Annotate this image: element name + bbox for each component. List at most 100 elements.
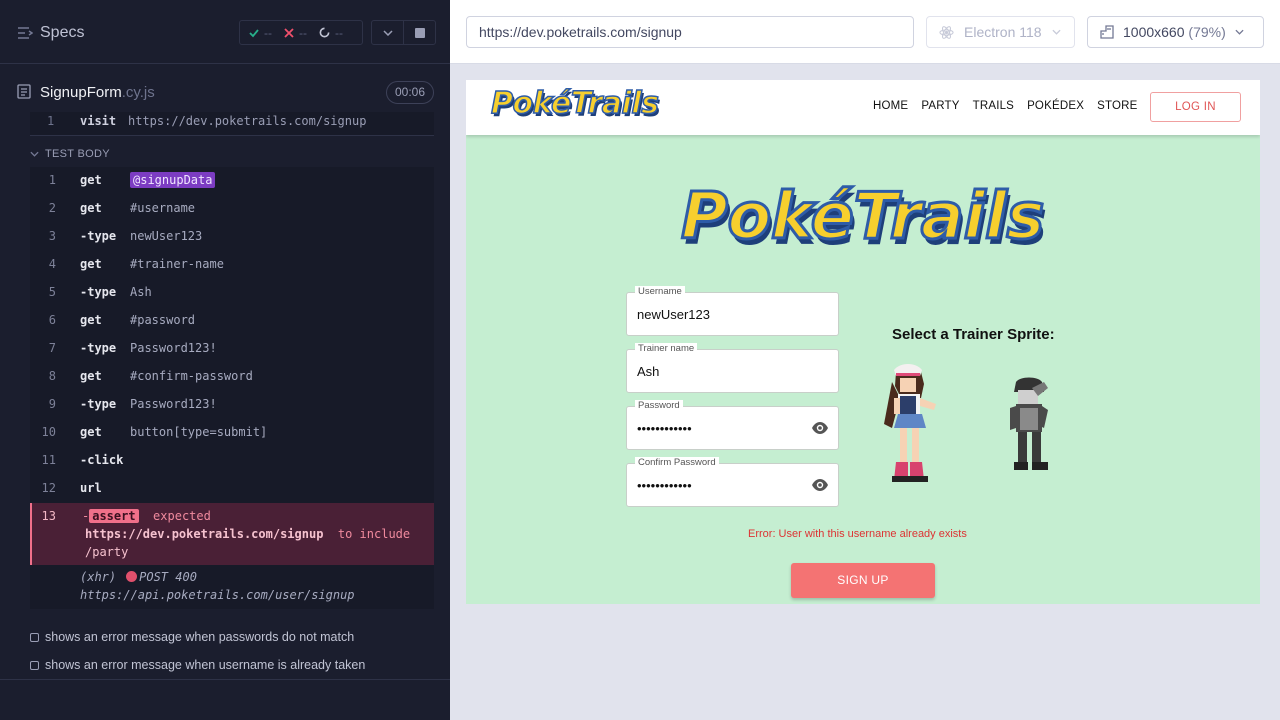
assert-url: https://dev.poketrails.com/signup: [85, 527, 324, 541]
browser-selector[interactable]: Electron 118: [926, 16, 1075, 48]
command-row[interactable]: 10 get button[type=submit]: [30, 419, 434, 447]
document-icon: [17, 84, 31, 99]
eye-icon[interactable]: [811, 478, 829, 492]
username-value: newUser123: [637, 307, 710, 322]
alias-badge: @signupData: [130, 172, 216, 188]
command-name: url: [80, 481, 102, 495]
stop-button[interactable]: [403, 20, 436, 45]
passed-stat: --: [249, 26, 272, 40]
url-bar[interactable]: https://dev.poketrails.com/signup: [466, 16, 914, 48]
assert-detail: https://dev.poketrails.com/signup to inc…: [85, 527, 410, 541]
command-row[interactable]: 12 url: [30, 475, 434, 503]
nav-links: HOME PARTY TRAILS POKÉDEX STORE: [873, 100, 1138, 112]
password-label: Password: [635, 400, 683, 412]
command-row[interactable]: 1 get @signupData: [30, 167, 434, 195]
command-name: -click: [80, 453, 124, 467]
command-row[interactable]: 9 -type Password123!: [30, 391, 434, 419]
test-body-label: TEST BODY: [45, 148, 110, 160]
specs-header: Specs -- -- --: [0, 0, 450, 64]
spec-file-basename: SignupForm: [40, 84, 122, 101]
trainer-sprite-male[interactable]: [1002, 376, 1058, 476]
eye-icon[interactable]: [811, 421, 829, 435]
command-arg-wrap: @signupData: [130, 172, 216, 188]
command-name: get: [80, 173, 102, 187]
command-arg: #password: [130, 313, 196, 327]
command-name: visit: [80, 114, 117, 128]
line-number: 13: [41, 509, 56, 523]
test-title: shows an error message when passwords do…: [45, 630, 355, 644]
line-number: 8: [48, 369, 56, 383]
command-name: -type: [80, 229, 117, 243]
command-name: -type: [80, 341, 117, 355]
failed-assert-row[interactable]: 13 - assert expected https://dev.poketrai…: [30, 503, 434, 565]
command-row[interactable]: 11 -click: [30, 447, 434, 475]
specs-list-icon[interactable]: [17, 25, 33, 41]
nav-trails[interactable]: TRAILS: [973, 100, 1014, 112]
nav-pokedex[interactable]: POKÉDEX: [1027, 100, 1084, 112]
command-row[interactable]: 6 get #password: [30, 307, 434, 335]
assert-message: - assert expected: [82, 509, 211, 523]
command-name: get: [80, 425, 102, 439]
spec-file-header: SignupForm.cy.js 00:06: [0, 64, 450, 119]
aut-toolbar: https://dev.poketrails.com/signup Electr…: [450, 0, 1280, 64]
sprite-title: Select a Trainer Sprite:: [892, 326, 1055, 343]
command-arg: Password123!: [130, 397, 217, 411]
specs-title[interactable]: Specs: [40, 24, 84, 42]
viewport-size: 1000x660: [1123, 24, 1185, 40]
trainer-name-label: Trainer name: [635, 343, 698, 355]
chevron-down-icon: [1235, 29, 1244, 35]
command-row[interactable]: 2 get #username: [30, 195, 434, 223]
test-item[interactable]: shows an error message when username is …: [30, 658, 365, 672]
command-name: get: [80, 257, 102, 271]
error-message: Error: User with this username already e…: [748, 528, 967, 540]
username-field[interactable]: Username newUser123: [626, 286, 839, 336]
password-field[interactable]: Password ••••••••••••: [626, 400, 839, 450]
confirm-password-field[interactable]: Confirm Password ••••••••••••: [626, 457, 839, 507]
chevron-down-icon: [30, 151, 39, 157]
pending-test-icon: [30, 660, 39, 670]
before-hook-command[interactable]: 1 visit https://dev.poketrails.com/signu…: [30, 112, 434, 136]
test-item[interactable]: shows an error message when passwords do…: [30, 630, 354, 644]
browser-name: Electron 118: [964, 24, 1042, 40]
spec-duration: 00:06: [386, 81, 434, 104]
site-logo[interactable]: PokéTrails: [490, 85, 659, 122]
test-body-header[interactable]: TEST BODY: [30, 144, 110, 164]
assert-expected: expected: [153, 509, 211, 523]
line-number: 7: [48, 341, 56, 355]
xhr-log-row[interactable]: (xhr) POST 400 https://api.poketrails.com…: [30, 565, 434, 609]
command-arg: newUser123: [130, 229, 203, 243]
command-name: -type: [80, 397, 117, 411]
nav-store[interactable]: STORE: [1097, 100, 1137, 112]
line-number: 5: [48, 285, 56, 299]
pending-stat: --: [319, 26, 343, 40]
line-number: 10: [41, 425, 56, 439]
confirm-password-label: Confirm Password: [635, 457, 719, 469]
command-row[interactable]: 8 get #confirm-password: [30, 363, 434, 391]
passed-count: --: [264, 25, 272, 40]
xhr-line: (xhr) POST 400: [80, 570, 197, 584]
viewport-scale: (79%): [1188, 24, 1226, 40]
login-button[interactable]: LOG IN: [1150, 92, 1241, 122]
toggle-auto-scroll-button[interactable]: [371, 20, 404, 45]
trainer-sprite-female[interactable]: [870, 362, 946, 486]
nav-party[interactable]: PARTY: [921, 100, 959, 112]
command-name: get: [80, 201, 102, 215]
nav-home[interactable]: HOME: [873, 100, 908, 112]
command-row[interactable]: 4 get #trainer-name: [30, 251, 434, 279]
signup-button[interactable]: SIGN UP: [791, 563, 935, 598]
username-label: Username: [635, 286, 685, 298]
xhr-status: POST 400: [139, 570, 197, 584]
trainer-name-field[interactable]: Trainer name Ash: [626, 343, 839, 393]
divider: [0, 679, 450, 680]
assert-to-include: to include: [337, 527, 411, 541]
viewport-selector[interactable]: 1000x660 (79%): [1087, 16, 1264, 48]
command-name: get: [80, 313, 102, 327]
check-icon: [249, 28, 259, 37]
command-arg: #confirm-password: [130, 369, 253, 383]
spec-file-name[interactable]: SignupForm.cy.js: [40, 84, 155, 101]
test-title: shows an error message when username is …: [45, 658, 366, 672]
command-row[interactable]: 5 -type Ash: [30, 279, 434, 307]
command-row[interactable]: 3 -type newUser123: [30, 223, 434, 251]
xhr-url: https://api.poketrails.com/user/signup: [80, 588, 355, 602]
command-row[interactable]: 7 -type Password123!: [30, 335, 434, 363]
